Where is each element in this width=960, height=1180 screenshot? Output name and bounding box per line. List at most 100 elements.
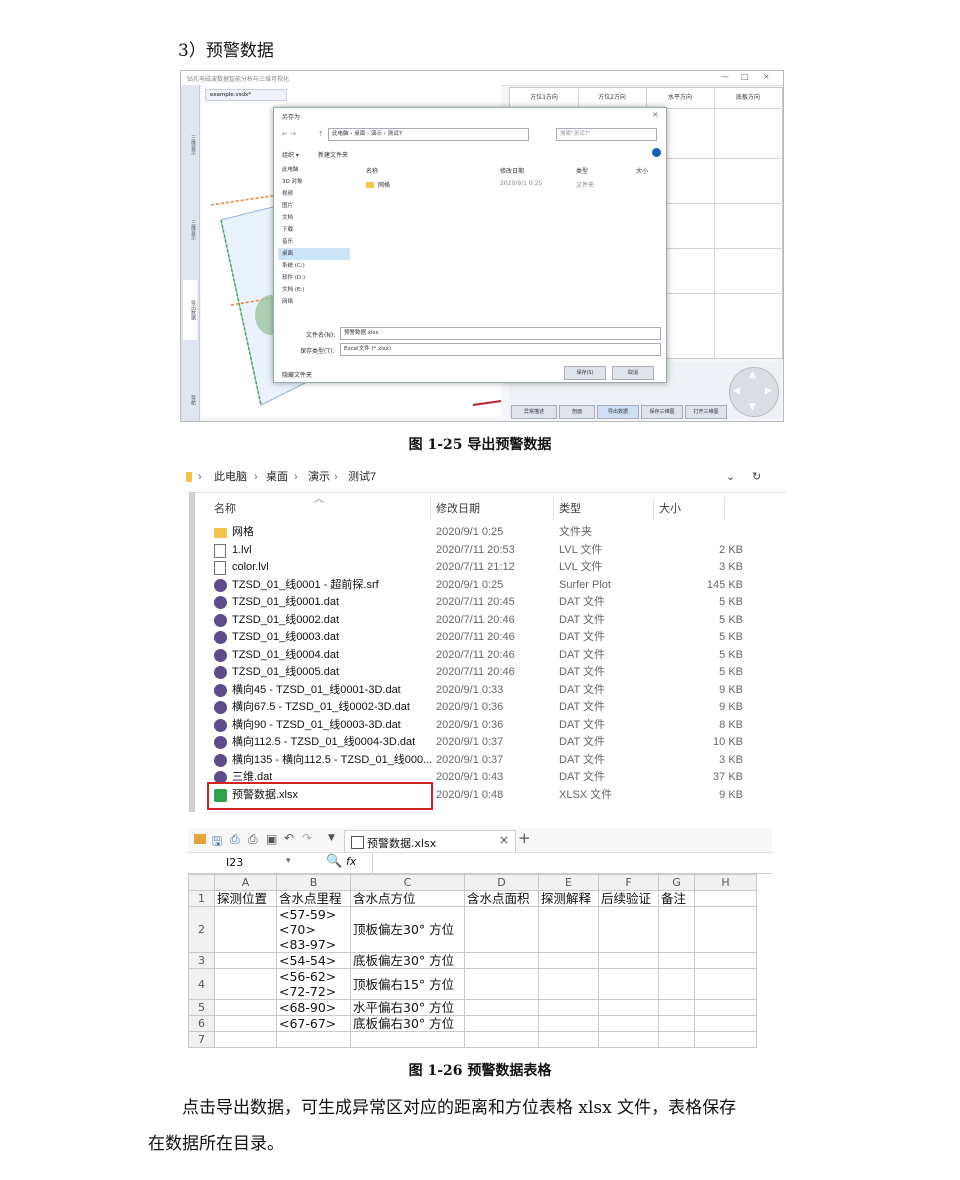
row-number[interactable]: 5 (188, 999, 215, 1016)
sidebar-item-docs[interactable]: 文档 (278, 212, 350, 224)
print-icon[interactable]: ⎙ (248, 832, 258, 847)
direction-cell[interactable]: 顶板偏左30° 方位 (350, 906, 465, 953)
file-row[interactable]: 横向45 - TZSD_01_线0001-3D.dat 2020/9/1 0:33… (212, 682, 743, 700)
col-size[interactable]: 大小 (659, 498, 681, 520)
cell[interactable] (694, 968, 757, 1000)
cell[interactable] (214, 999, 277, 1016)
new-folder-button[interactable]: 新建文件夹 (318, 150, 348, 159)
column-header[interactable]: C (350, 874, 465, 891)
vertical-scrollbar[interactable] (189, 492, 195, 812)
file-row[interactable]: TZSD_01_线0003.dat 2020/7/11 20:46 DAT 文件 5 … (212, 629, 743, 647)
direction-cell[interactable]: 顶板偏右15° 方位 (350, 968, 465, 1000)
sidebar-item-3d[interactable]: 3D 对象 (278, 176, 350, 188)
preview-icon[interactable]: ▣ (266, 832, 277, 846)
dialog-col-type[interactable]: 类型 (576, 166, 588, 175)
save-3d-button[interactable]: 保存三维图 (641, 405, 683, 419)
file-row[interactable]: 横向112.5 - TZSD_01_线0004-3D.dat 2020/9/1 0… (212, 734, 743, 752)
sidebar-item-this-pc[interactable]: 此电脑 (278, 164, 350, 176)
sidebar-item-network[interactable]: 网络 (278, 296, 350, 308)
file-row[interactable]: TZSD_01_线0002.dat 2020/7/11 20:46 DAT 文件 5 … (212, 612, 743, 630)
sheet-tab[interactable]: 预警数据.xlsx × (344, 830, 516, 852)
sidebar-item-desktop[interactable]: 桌面 (278, 248, 350, 260)
cell[interactable] (464, 906, 539, 953)
maximize-icon[interactable]: □ (741, 72, 749, 81)
cell[interactable] (464, 999, 539, 1016)
hide-folders-toggle[interactable]: 隐藏文件夹 (282, 370, 312, 379)
header-cell[interactable]: 后续验证 (598, 890, 659, 907)
cell[interactable] (464, 952, 539, 969)
col-name[interactable]: 名称 (214, 498, 236, 520)
cell[interactable] (658, 1015, 695, 1032)
address-bar[interactable]: › 此电脑 › 桌面 › 演示 › 测试7 ⌄ ↻ (186, 462, 786, 493)
dialog-col-name[interactable]: 名称 (366, 166, 378, 175)
cell[interactable] (214, 1015, 277, 1032)
breadcrumb-demo[interactable]: 演示 (308, 462, 330, 492)
cell[interactable] (694, 999, 757, 1016)
mileage-cell[interactable]: <56-62> <72-72> (276, 968, 351, 1000)
help-icon[interactable] (652, 148, 661, 157)
back-arrow-icon[interactable]: ← → (282, 130, 296, 138)
dialog-col-date[interactable]: 修改日期 (500, 166, 524, 175)
file-row[interactable]: color.lvl 2020/7/11 21:12 LVL 文件 3 KB (212, 559, 743, 577)
dropdown-icon[interactable]: ▼ (328, 833, 335, 843)
up-arrow-icon[interactable]: ↑ (318, 130, 324, 138)
mileage-cell[interactable]: <57-59> <70> <83-97> (276, 906, 351, 953)
filename-input[interactable]: 预警数据.xlsx (340, 327, 661, 340)
mileage-cell[interactable]: <68-90> (276, 999, 351, 1016)
cell[interactable] (538, 906, 599, 953)
arrow-right-icon[interactable]: ▶ (765, 386, 772, 396)
file-row[interactable]: 横向135 - 横向112.5 - TZSD_01_线000... 2020/9/… (212, 752, 743, 770)
file-row[interactable]: TZSD_01_线0004.dat 2020/7/11 20:46 DAT 文件 5 … (212, 647, 743, 665)
left-tab-4[interactable]: 导航 (183, 370, 197, 421)
cell[interactable] (694, 1015, 757, 1032)
file-row[interactable]: 1.lvl 2020/7/11 20:53 LVL 文件 2 KB (212, 542, 743, 560)
cell[interactable] (694, 906, 757, 953)
minimize-icon[interactable]: — (721, 72, 729, 81)
row-number[interactable]: 1 (188, 890, 215, 907)
header-cell[interactable]: 含水点里程 (276, 890, 351, 907)
zoom-icon[interactable]: 🔍 (326, 854, 342, 869)
cell[interactable] (538, 968, 599, 1000)
column-header[interactable]: E (538, 874, 599, 891)
direction-cell[interactable]: 水平偏右30° 方位 (350, 999, 465, 1016)
cell[interactable] (598, 1031, 659, 1048)
mileage-cell[interactable] (276, 1031, 351, 1048)
header-cell[interactable]: 含水点面积 (464, 890, 539, 907)
cell[interactable] (658, 906, 695, 953)
column-header[interactable]: H (694, 874, 757, 891)
col-type[interactable]: 类型 (559, 498, 581, 520)
sidebar-item-drive-c[interactable]: 系统 (C:) (278, 260, 350, 272)
cell[interactable] (658, 999, 695, 1016)
direction-cell[interactable] (350, 1031, 465, 1048)
cell[interactable] (598, 968, 659, 1000)
cell[interactable] (464, 1031, 539, 1048)
undo-icon[interactable]: ↶ (284, 831, 294, 845)
sidebar-item-drive-e[interactable]: 文档 (E:) (278, 284, 350, 296)
cell[interactable] (598, 906, 659, 953)
cell[interactable] (598, 1015, 659, 1032)
cell[interactable] (694, 890, 757, 907)
save-icon[interactable]: 🖫 (212, 832, 222, 853)
breadcrumb-this-pc[interactable]: 此电脑 (214, 462, 247, 492)
sidebar-item-drive-d[interactable]: 软件 (D:) (278, 272, 350, 284)
column-header[interactable]: G (658, 874, 695, 891)
mileage-cell[interactable]: <54-54> (276, 952, 351, 969)
dialog-close-icon[interactable]: × (652, 110, 659, 119)
dialog-col-size[interactable]: 大小 (636, 166, 648, 175)
open-3d-button[interactable]: 打开三维图 (685, 405, 727, 419)
header-cell[interactable]: 含水点方位 (350, 890, 465, 907)
cell[interactable] (464, 1015, 539, 1032)
cell[interactable] (538, 999, 599, 1016)
row-number[interactable]: 6 (188, 1015, 215, 1032)
cell[interactable] (658, 1031, 695, 1048)
cancel-button[interactable]: 取消 (612, 366, 654, 380)
mileage-cell[interactable]: <67-67> (276, 1015, 351, 1032)
cell[interactable] (658, 952, 695, 969)
file-row[interactable]: TZSD_01_线0005.dat 2020/7/11 20:46 DAT 文件 5 … (212, 664, 743, 682)
left-tab-2[interactable]: 三维显示 (183, 200, 197, 260)
redo-icon[interactable]: ↷ (302, 831, 312, 845)
cell[interactable] (658, 968, 695, 1000)
header-cell[interactable]: 备注 (658, 890, 695, 907)
file-row[interactable]: 网格 2020/9/1 0:25 文件夹 (212, 524, 732, 542)
header-cell[interactable]: 探测位置 (214, 890, 277, 907)
